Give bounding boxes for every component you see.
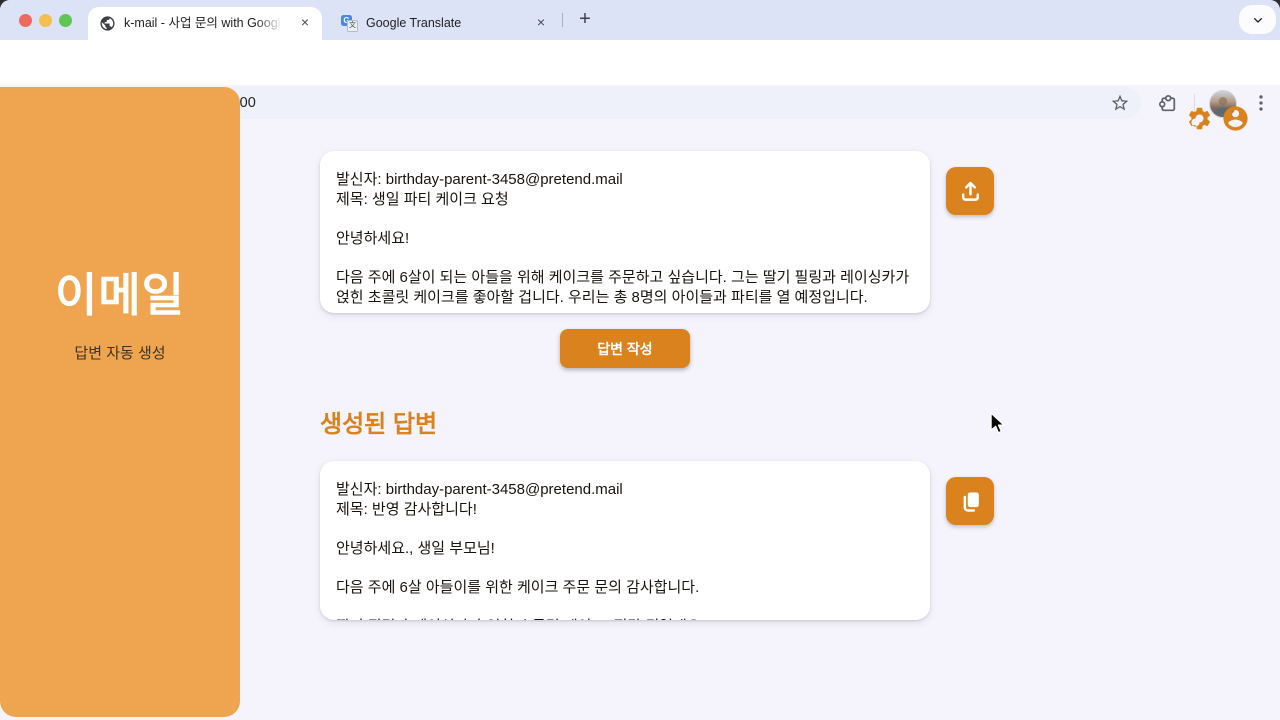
tab-title: k-mail - 사업 문의 with Google	[124, 7, 282, 40]
tab-google-translate[interactable]: G 文 Google Translate ×	[330, 7, 558, 40]
new-tab-button[interactable]: +	[572, 7, 598, 33]
incoming-email-card: 발신자: birthday-parent-3458@pretend.mail 제…	[320, 151, 930, 313]
window-close-button[interactable]	[19, 14, 32, 27]
generated-reply-card: 발신자: birthday-parent-3458@pretend.mail 제…	[320, 461, 930, 620]
window-minimize-button[interactable]	[39, 14, 52, 27]
google-translate-icon: G 文	[341, 15, 358, 32]
account-profile-icon[interactable]	[1221, 104, 1250, 133]
browser-toolbar: 127.0.0.1:5000	[0, 40, 1280, 85]
close-tab-icon[interactable]: ×	[532, 14, 550, 32]
tab-kmail[interactable]: k-mail - 사업 문의 with Google ×	[88, 7, 322, 40]
tab-strip: k-mail - 사업 문의 with Google × G 文 Google …	[0, 0, 1280, 40]
reply-greeting: 안녕하세요., 생일 부모님!	[336, 539, 914, 559]
generated-reply-heading: 생성된 답변	[320, 404, 437, 439]
email-greeting: 안녕하세요!	[336, 229, 914, 249]
reply-body-line2: 딸기 필링과 레이싱카가 얹힌 초콜릿 케이크, 정말 귀엽네요!	[336, 617, 914, 620]
close-tab-icon[interactable]: ×	[296, 14, 314, 32]
blank-line	[336, 598, 914, 618]
app-title: 이메일	[0, 259, 240, 325]
blank-line	[336, 558, 914, 578]
browser-menu-icon[interactable]	[1250, 92, 1272, 114]
browser-window: k-mail - 사업 문의 with Google × G 文 Google …	[0, 0, 1280, 720]
app-subtitle: 답변 자동 생성	[0, 342, 240, 363]
upload-email-button[interactable]	[946, 167, 994, 215]
blank-line	[336, 209, 914, 229]
compose-reply-button[interactable]: 답변 작성	[560, 329, 690, 368]
reply-sender-line: 발신자: birthday-parent-3458@pretend.mail	[336, 480, 914, 500]
app-sidebar: 이메일 답변 자동 생성	[0, 87, 240, 717]
reply-body-line1: 다음 주에 6살 아들이를 위한 케이크 주문 문의 감사합니다.	[336, 578, 914, 598]
globe-icon	[99, 15, 116, 32]
email-body: 다음 주에 6살이 되는 아들을 위해 케이크를 주문하고 싶습니다. 그는 딸…	[336, 268, 914, 307]
bookmark-star-icon[interactable]	[1110, 93, 1130, 113]
tab-title: Google Translate	[366, 7, 524, 40]
settings-gear-icon[interactable]	[1186, 105, 1213, 132]
copy-icon	[957, 488, 984, 515]
reply-subject-line: 제목: 반영 감사합니다!	[336, 500, 914, 520]
tab-search-button[interactable]	[1239, 5, 1276, 34]
extensions-puzzle-icon[interactable]	[1156, 92, 1179, 115]
blank-line	[336, 519, 914, 539]
tab-divider	[562, 13, 563, 27]
email-sender-line: 발신자: birthday-parent-3458@pretend.mail	[336, 170, 914, 190]
chevron-down-icon	[1250, 12, 1266, 28]
upload-icon	[957, 178, 984, 205]
window-zoom-button[interactable]	[59, 14, 72, 27]
mouse-cursor	[990, 412, 1012, 436]
copy-reply-button[interactable]	[946, 477, 994, 525]
email-subject-line: 제목: 생일 파티 케이크 요청	[336, 190, 914, 210]
blank-line	[336, 248, 914, 268]
address-bar[interactable]: 127.0.0.1:5000	[122, 87, 1141, 119]
